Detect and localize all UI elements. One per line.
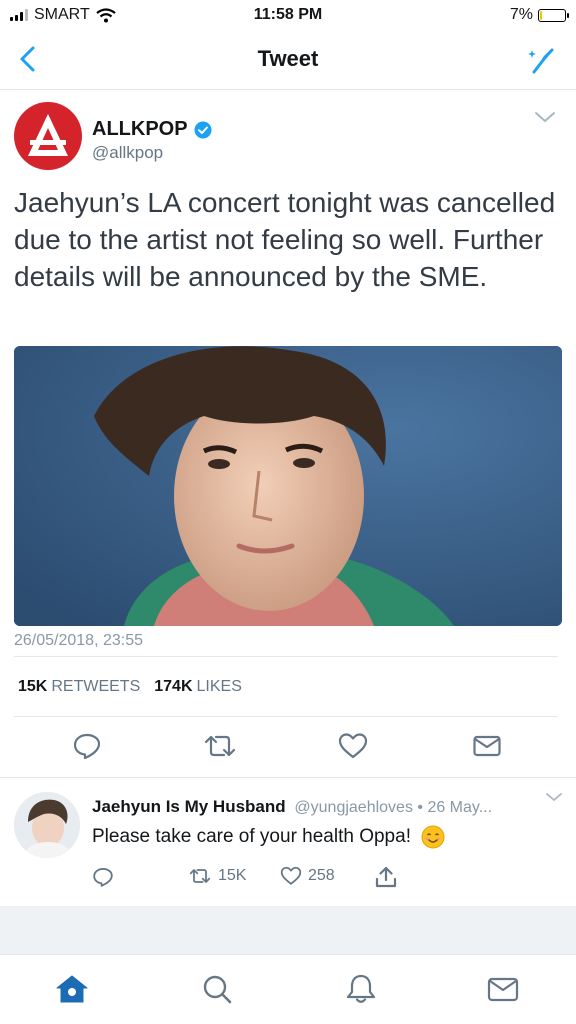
retweets-label: RETWEETS	[51, 678, 141, 695]
tweet-photo[interactable]	[14, 346, 562, 626]
user-photo-image	[14, 792, 80, 858]
search-icon[interactable]	[200, 973, 234, 1005]
tweet-text: Jaehyun’s LA concert tonight was cancell…	[14, 187, 556, 292]
bottom-tab-bar	[0, 954, 576, 1024]
direct-message-icon[interactable]	[472, 732, 502, 760]
nav-bar: Tweet	[0, 30, 576, 90]
content-spacer	[0, 906, 576, 954]
author-name[interactable]: ALLKPOP	[92, 118, 212, 141]
reply-reply-button[interactable]	[92, 866, 114, 888]
reply-retweet-button[interactable]: 15K	[188, 866, 246, 886]
verified-badge-icon	[194, 121, 212, 138]
status-bar: SMART 11:58 PM 7%	[0, 0, 576, 30]
smiling-emoji-icon	[421, 825, 445, 849]
sparkle-compose-icon[interactable]	[526, 46, 556, 74]
reply-author-name[interactable]: Jaehyun Is My Husband	[92, 797, 286, 816]
likes-label: LIKES	[196, 678, 242, 695]
reply-text-content: Please take care of your health Oppa!	[92, 826, 411, 847]
reply-tweet[interactable]: Jaehyun Is My Husband @yungjaehloves • 2…	[0, 778, 576, 906]
battery-icon	[538, 8, 569, 22]
home-icon[interactable]	[55, 973, 89, 1005]
tweet-actions	[0, 726, 576, 766]
retweets-stat[interactable]: 15K RETWEETS	[18, 678, 140, 696]
status-right: 7%	[509, 6, 569, 24]
author-name-text[interactable]: ALLKPOP	[92, 118, 188, 141]
avatar-allkpop[interactable]	[14, 102, 82, 170]
likes-stat[interactable]: 174K LIKES	[154, 678, 242, 696]
chevron-down-icon[interactable]	[534, 110, 556, 124]
reply-like-count: 258	[308, 867, 335, 884]
author-handle[interactable]: @allkpop	[92, 143, 163, 163]
like-heart-icon[interactable]	[338, 732, 368, 760]
divider	[14, 656, 558, 657]
reply-icon	[93, 868, 113, 887]
page-title: Tweet	[257, 46, 319, 71]
reply-header: Jaehyun Is My Husband @yungjaehloves • 2…	[92, 797, 492, 817]
retweets-count: 15K	[18, 678, 48, 695]
tweet-timestamp: 26/05/2018, 23:55	[14, 632, 144, 649]
reply-share-button[interactable]	[374, 866, 398, 888]
messages-envelope-icon[interactable]	[486, 973, 520, 1005]
reply-text: Please take care of your health Oppa!	[92, 825, 445, 849]
reply-actions: 15K 258	[92, 866, 572, 892]
battery-percent: 7%	[509, 6, 533, 23]
share-icon	[375, 866, 397, 888]
retweet-icon[interactable]	[202, 732, 238, 760]
reply-icon[interactable]	[72, 732, 102, 760]
divider	[14, 716, 558, 717]
like-heart-icon	[280, 866, 302, 885]
reply-retweet-count: 15K	[218, 867, 247, 884]
likes-count: 174K	[154, 678, 193, 695]
reply-author-meta[interactable]: @yungjaehloves • 26 May...	[294, 799, 492, 816]
avatar-reply-user[interactable]	[14, 792, 80, 858]
notifications-bell-icon[interactable]	[344, 973, 378, 1005]
reply-like-button[interactable]: 258	[280, 866, 335, 886]
tweet-stats: 15K RETWEETS 174K LIKES	[18, 678, 242, 696]
battery-fill	[540, 10, 542, 20]
status-time: 11:58 PM	[253, 6, 323, 23]
chevron-down-icon[interactable]	[546, 792, 562, 802]
allkpop-logo-icon	[28, 114, 68, 156]
retweet-icon	[189, 869, 211, 883]
portrait-image	[14, 346, 562, 626]
